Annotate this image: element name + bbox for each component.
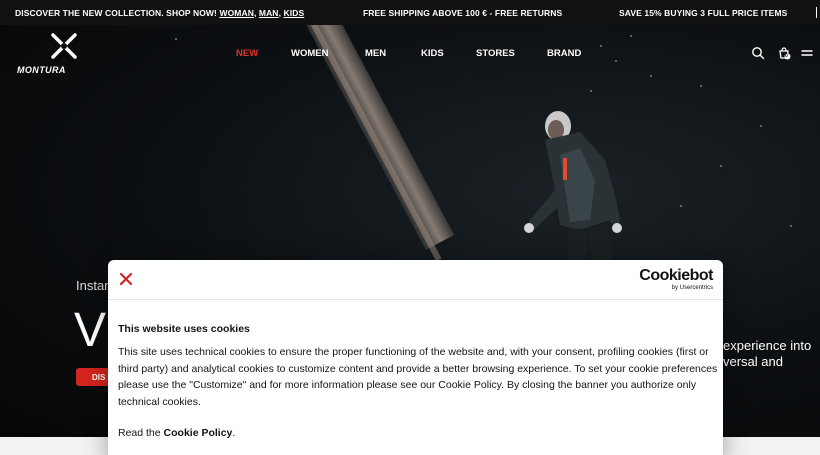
nav-item-brand[interactable]: BRAND xyxy=(547,48,581,59)
cookie-dialog-title: This website uses cookies xyxy=(118,323,250,335)
montura-logo-text[interactable]: MONTURA xyxy=(17,65,66,75)
hero-particle xyxy=(175,38,177,40)
nav-item-men[interactable]: MEN xyxy=(365,48,386,59)
promo-divider xyxy=(816,7,817,18)
cookie-policy-line: Read the Cookie Policy. xyxy=(118,427,236,439)
cart-count: 0 xyxy=(785,53,788,59)
hero-particle xyxy=(630,35,632,37)
cookie-policy-link[interactable]: Cookie Policy xyxy=(164,427,233,439)
promo-discount: SAVE 15% BUYING 3 FULL PRICE ITEMS xyxy=(619,8,788,18)
hero-description: experience into versal and xyxy=(723,338,812,369)
cookie-dialog-header: Cookiebot by Usercentrics xyxy=(108,260,723,300)
promo-link-kids[interactable]: KIDS xyxy=(284,8,305,18)
hero-particle xyxy=(790,225,792,227)
nav-item-stores[interactable]: STORES xyxy=(476,48,515,59)
hero-particle xyxy=(590,90,592,92)
promo-link-man[interactable]: MAN xyxy=(259,8,279,18)
close-icon[interactable] xyxy=(119,272,133,286)
hero-kicker: Instan xyxy=(76,278,112,293)
hero-particle xyxy=(720,165,722,167)
hero-particle xyxy=(615,60,617,62)
nav-item-new[interactable]: NEW xyxy=(236,48,258,59)
promo-bar: DISCOVER THE NEW COLLECTION. SHOP NOW! W… xyxy=(0,0,820,25)
cart-icon[interactable] xyxy=(777,46,791,60)
nav-item-women[interactable]: WOMEN xyxy=(291,48,328,59)
hero-particle xyxy=(600,45,602,47)
montura-logo-icon[interactable] xyxy=(33,32,95,60)
cookie-dialog-body: This site uses technical cookies to ensu… xyxy=(118,346,718,408)
promo-link-woman[interactable]: WOMAN xyxy=(219,8,254,18)
promo-collection: DISCOVER THE NEW COLLECTION. SHOP NOW! W… xyxy=(15,8,305,18)
cookie-consent-dialog: Cookiebot by Usercentrics This website u… xyxy=(108,260,723,455)
hero-particle xyxy=(680,205,682,207)
menu-icon[interactable] xyxy=(800,46,814,60)
nav-item-kids[interactable]: KIDS xyxy=(421,48,444,59)
hero-particle xyxy=(700,85,702,87)
hero-person-image xyxy=(524,111,622,280)
cookiebot-logo[interactable]: Cookiebot by Usercentrics xyxy=(639,268,713,292)
hero-particle xyxy=(760,125,762,127)
search-icon[interactable] xyxy=(751,46,765,60)
hero-title: V xyxy=(74,304,107,357)
promo-shipping: FREE SHIPPING ABOVE 100 € - FREE RETURNS xyxy=(363,8,563,18)
hero-particle xyxy=(650,75,652,77)
